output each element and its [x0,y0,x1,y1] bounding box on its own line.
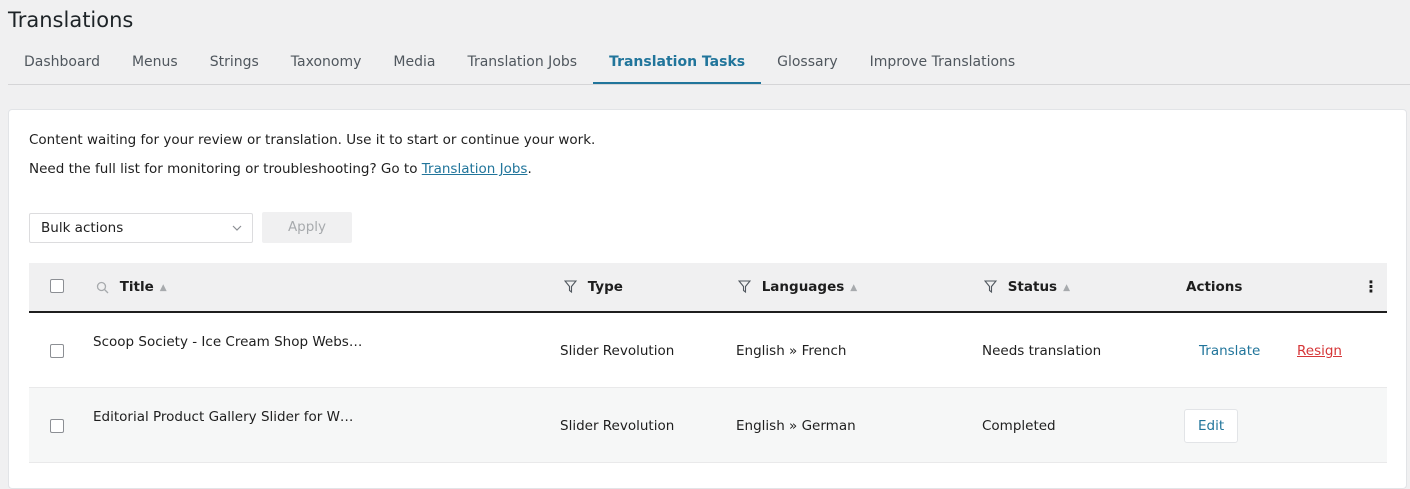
row-checkbox[interactable] [50,344,64,358]
row-languages: English » German [736,418,856,434]
intro-help-text: Need the full list for monitoring or tro… [29,161,532,177]
table-header: Title ▲ Type Languages ▲ Status ▲ Actions ⋮ [29,263,1387,313]
row-type: Slider Revolution [560,418,675,434]
row-status: Completed [982,418,1056,434]
tab-menus[interactable]: Menus [116,44,194,84]
tab-glossary[interactable]: Glossary [761,44,854,84]
table-row: Scoop Society - Ice Cream Shop Webs… Sli… [29,313,1387,388]
languages-column-header[interactable]: Languages ▲ [738,263,857,312]
tab-strings[interactable]: Strings [194,44,275,84]
row-type: Slider Revolution [560,343,675,359]
sort-icon[interactable]: ▲ [850,283,857,293]
table-row: Editorial Product Gallery Slider for W… … [29,388,1387,463]
row-languages: English » French [736,343,847,359]
sort-icon[interactable]: ▲ [1063,283,1070,293]
actions-column-header: Actions [1186,279,1243,295]
type-column-header[interactable]: Type [564,263,623,311]
bulk-actions-value: Bulk actions [41,220,124,236]
edit-button[interactable]: Edit [1184,409,1239,443]
translate-button[interactable]: Translate [1199,343,1260,359]
resign-link[interactable]: Resign [1297,343,1342,359]
tab-bar: Dashboard Menus Strings Taxonomy Media T… [8,44,1410,85]
more-options-icon[interactable]: ⋮ [1363,263,1379,311]
tab-taxonomy[interactable]: Taxonomy [275,44,378,84]
row-title[interactable]: Scoop Society - Ice Cream Shop Webs… [93,334,362,350]
status-column-header[interactable]: Status ▲ [984,263,1070,312]
translation-jobs-link[interactable]: Translation Jobs [422,161,528,177]
select-all-checkbox[interactable] [50,279,64,293]
row-status: Needs translation [982,343,1102,359]
search-icon[interactable] [96,279,109,295]
bulk-actions-select[interactable]: Bulk actions [29,213,253,243]
tab-media[interactable]: Media [377,44,451,84]
tab-translation-tasks[interactable]: Translation Tasks [593,44,762,84]
tab-translation-jobs[interactable]: Translation Jobs [451,44,593,84]
row-checkbox[interactable] [50,419,64,433]
tab-improve-translations[interactable]: Improve Translations [854,44,1032,84]
row-title[interactable]: Editorial Product Gallery Slider for W… [93,409,353,425]
sort-icon[interactable]: ▲ [160,283,167,293]
filter-icon[interactable] [564,279,577,295]
page-title: Translations [8,8,134,32]
tab-dashboard[interactable]: Dashboard [8,44,116,84]
apply-button[interactable]: Apply [262,212,352,243]
intro-text: Content waiting for your review or trans… [29,132,596,148]
chevron-down-icon [232,214,242,242]
tasks-card: Content waiting for your review or trans… [8,109,1407,489]
title-column-header[interactable]: Title ▲ [96,263,167,312]
filter-icon[interactable] [738,279,751,295]
filter-icon[interactable] [984,279,997,295]
